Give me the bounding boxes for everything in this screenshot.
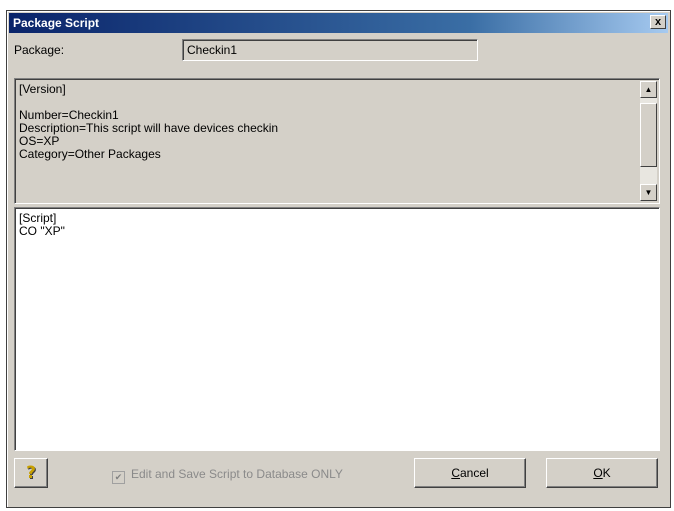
ok-mnemonic: O xyxy=(593,466,603,480)
edit-save-checkbox-row: ✔ Edit and Save Script to Database ONLY xyxy=(112,467,343,484)
version-text-area[interactable]: [Version] Number=Checkin1 Description=Th… xyxy=(14,78,660,204)
dialog-title: Package Script xyxy=(13,16,100,30)
package-name-field: Checkin1 xyxy=(182,39,478,61)
edit-save-checkbox: ✔ xyxy=(112,471,125,484)
edit-save-checkbox-label: Edit and Save Script to Database ONLY xyxy=(131,467,343,481)
script-text: [Script] CO "XP" xyxy=(19,211,65,238)
ok-button[interactable]: OK xyxy=(546,458,658,488)
cancel-mnemonic: C xyxy=(451,466,460,480)
close-button[interactable]: x xyxy=(650,15,666,29)
version-text: [Version] Number=Checkin1 Description=Th… xyxy=(19,82,279,161)
package-name-value: Checkin1 xyxy=(187,43,238,57)
version-scrollbar[interactable]: ▲ ▼ xyxy=(640,81,657,201)
arrow-down-icon: ▼ xyxy=(644,188,653,197)
scroll-up-button[interactable]: ▲ xyxy=(640,81,657,98)
script-text-area[interactable]: [Script] CO "XP" xyxy=(14,207,660,451)
question-mark-icon: ? xyxy=(26,463,36,483)
package-label: Package: xyxy=(14,43,65,57)
ok-button-label: K xyxy=(602,466,611,480)
help-button[interactable]: ? xyxy=(14,458,48,488)
cancel-button[interactable]: Cancel xyxy=(414,458,526,488)
scroll-thumb[interactable] xyxy=(640,103,657,167)
cancel-button-label: ancel xyxy=(459,466,489,480)
close-icon: x xyxy=(654,16,662,28)
title-bar[interactable]: Package Script x xyxy=(9,13,668,33)
arrow-up-icon: ▲ xyxy=(644,85,653,94)
scroll-down-button[interactable]: ▼ xyxy=(640,184,657,201)
